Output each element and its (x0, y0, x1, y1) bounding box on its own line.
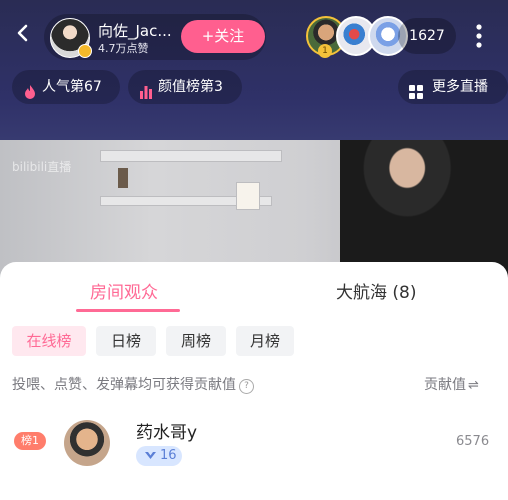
contribution-label: 贡献值 (424, 377, 466, 393)
filter-monthly[interactable]: 月榜 (236, 326, 294, 356)
level-badge: 16 (136, 446, 182, 466)
filter-daily[interactable]: 日榜 (96, 326, 156, 356)
list-item[interactable]: 榜1 药水哥y 16 6576 (0, 412, 508, 472)
hint-text: 投喂、点赞、发弹幕均可获得贡献值 (12, 377, 236, 393)
contribution-sort[interactable]: 贡献值 ⇌ (424, 374, 479, 394)
filter-weekly[interactable]: 周榜 (166, 326, 226, 356)
live-room-header: 向佐_Jac... 4.7万点赞 +关注 1 1627 人气第67 颜值榜第3 (0, 0, 508, 280)
flame-icon (22, 79, 38, 99)
help-circle-icon[interactable]: ? (239, 379, 254, 394)
tab-room-audience[interactable]: 房间观众 (90, 278, 158, 303)
level-icon (144, 449, 157, 469)
contribution-score: 6576 (456, 434, 490, 449)
verified-badge-icon (78, 44, 92, 58)
watermark: bilibili直播 (12, 160, 72, 174)
shelf (100, 150, 282, 162)
more-vertical-icon[interactable] (470, 22, 488, 50)
rank-badge: 榜1 (14, 432, 46, 450)
host-name: 向佐_Jac... (98, 22, 172, 40)
audience-sheet: 房间观众 大航海 (8) 在线榜 日榜 周榜 月榜 投喂、点赞、发弹幕均可获得贡… (0, 262, 508, 500)
bar-chart-icon (138, 79, 154, 99)
user-name: 药水哥y (136, 423, 198, 443)
looks-rank-chip[interactable]: 颜值榜第3 (128, 70, 242, 104)
filter-online[interactable]: 在线榜 (12, 326, 86, 356)
popularity-chip[interactable]: 人气第67 (12, 70, 120, 104)
streamer-figure (340, 140, 508, 280)
host-likes: 4.7万点赞 (98, 42, 149, 55)
popularity-label: 人气第67 (42, 79, 102, 95)
photo-frame (236, 182, 260, 210)
tab-fleet[interactable]: 大航海 (8) (336, 278, 416, 303)
vase (118, 168, 128, 188)
more-live-chip[interactable]: 更多直播 (398, 70, 508, 104)
viewer-rank-badge: 1 (318, 44, 332, 58)
level-number: 16 (160, 448, 177, 463)
avatar[interactable] (64, 420, 110, 466)
back-arrow-icon[interactable] (14, 24, 32, 42)
sort-icon: ⇌ (468, 378, 479, 393)
more-live-label: 更多直播 (432, 79, 488, 95)
contribution-hint: 投喂、点赞、发弹幕均可获得贡献值? (12, 374, 254, 394)
follow-button[interactable]: +关注 (181, 20, 265, 53)
looks-rank-label: 颜值榜第3 (158, 79, 223, 95)
active-tab-indicator (76, 309, 180, 312)
grid-icon (408, 79, 424, 99)
viewer-count[interactable]: 1627 (398, 18, 456, 54)
